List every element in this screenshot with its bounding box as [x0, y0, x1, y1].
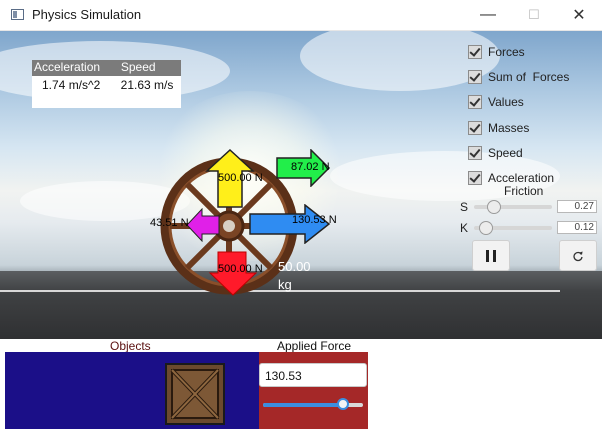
mass-unit: kg [278, 277, 292, 292]
checkbox-label: Speed [488, 145, 523, 160]
speed-checkbox[interactable]: Speed [468, 140, 569, 165]
applied-force-title: Applied Force [277, 339, 352, 353]
forces-checkbox[interactable]: Forces [468, 39, 569, 64]
checkbox-checked-icon[interactable] [468, 69, 482, 84]
static-friction-label: S [460, 200, 469, 214]
friction-title: Friction [504, 184, 544, 198]
kinetic-friction-label: K [460, 221, 469, 235]
maximize-button[interactable]: ☐ [511, 0, 557, 30]
static-friction-value[interactable]: 0.27 [557, 200, 597, 213]
net-force-label: 87.02 N [291, 161, 330, 173]
friction-force-arrow [186, 208, 220, 242]
applied-force-slider-thumb[interactable] [337, 398, 349, 410]
speed-value: 21.63 m/s [120, 78, 174, 92]
kinetic-friction-thumb[interactable] [479, 221, 493, 235]
applied-force-input[interactable]: 130.53 [259, 363, 367, 387]
title-bar: Physics Simulation — ☐ ✕ [0, 0, 602, 31]
readout-row: 1.74 m/s^2 21.63 m/s [32, 76, 181, 96]
minimize-button[interactable]: — [465, 0, 511, 30]
checkbox-label: Values [488, 95, 524, 110]
objects-label: Objects [110, 339, 151, 353]
pause-button[interactable] [472, 240, 510, 271]
checkbox-label: Masses [488, 120, 530, 135]
sum-of-forces-checkbox[interactable]: Sum of Forces [468, 64, 569, 89]
pause-icon [486, 249, 496, 262]
app-icon [11, 9, 24, 20]
gravity-force-label: 500.00 N [218, 263, 263, 275]
applied-force-slider-fill [263, 403, 345, 407]
normal-force-label: 500.00 N [218, 172, 263, 184]
acceleration-header: Acceleration [34, 60, 101, 74]
speed-header: Speed [120, 60, 156, 74]
checkbox-label: Forces [488, 44, 525, 59]
checkbox-checked-icon[interactable] [468, 145, 482, 160]
checkbox-checked-icon[interactable] [468, 95, 482, 110]
applied-force-label: 130.53 N [292, 214, 337, 226]
static-friction-slider[interactable] [474, 205, 552, 209]
static-friction-thumb[interactable] [487, 200, 501, 214]
crate-icon[interactable] [165, 363, 225, 425]
acceleration-value: 1.74 m/s^2 [42, 78, 101, 92]
kinetic-friction-value[interactable]: 0.12 [557, 221, 597, 234]
checkbox-checked-icon[interactable] [468, 44, 482, 59]
masses-checkbox[interactable]: Masses [468, 115, 569, 140]
close-button[interactable]: ✕ [556, 0, 602, 30]
mass-value: 50.00 [278, 259, 311, 274]
reset-icon [573, 251, 583, 261]
mass-label: 50.00 kg [278, 258, 311, 294]
checkbox-label: Sum of Forces [488, 69, 570, 84]
window-title: Physics Simulation [32, 7, 142, 22]
readout-header: Acceleration Speed [32, 60, 181, 76]
readout-table: Acceleration Speed 1.74 m/s^2 21.63 m/s [32, 60, 181, 108]
checkbox-checked-icon[interactable] [468, 171, 482, 186]
display-options: Forces Sum of Forces Values Masses Speed… [468, 39, 569, 191]
friction-force-label: 43.51 N [150, 217, 189, 229]
values-checkbox[interactable]: Values [468, 90, 569, 115]
reset-button[interactable] [559, 240, 597, 271]
checkbox-checked-icon[interactable] [468, 120, 482, 135]
